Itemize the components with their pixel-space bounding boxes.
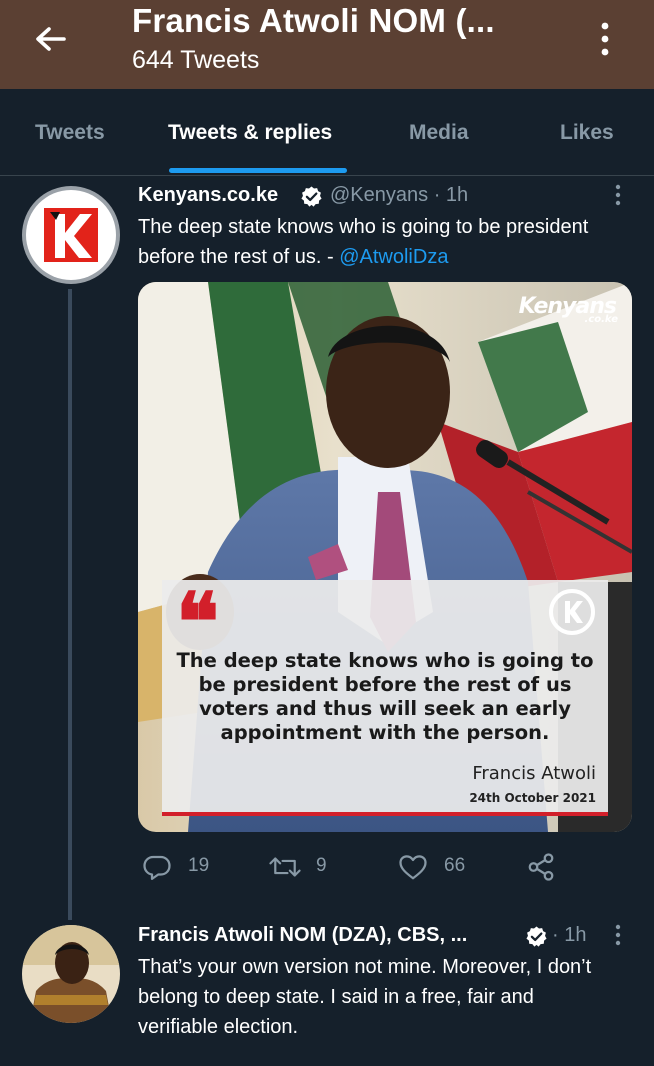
retweet-icon [269,857,301,877]
share-icon [528,853,554,881]
more-vertical-icon [615,924,621,946]
more-options-button[interactable] [590,18,620,62]
like-icon [399,855,427,880]
active-tab-indicator [169,168,347,173]
thread-connector-line [68,289,72,920]
avatar-atwoli[interactable] [22,925,120,1023]
tweet-count: 644 Tweets [132,46,260,74]
kenyans-watermark-sub: .co.ke [584,314,618,325]
quote-text: The deep state knows who is going to be … [176,649,594,744]
tab-likes[interactable]: Likes [560,121,614,145]
tweet-more-button[interactable] [608,182,628,210]
tweet-more-button[interactable] [608,922,628,950]
share-button[interactable] [526,852,556,882]
back-button[interactable] [30,20,74,60]
more-vertical-icon [615,184,621,206]
profile-header: Francis Atwoli NOM (... 644 Tweets [0,0,654,89]
tweet-author-name[interactable]: Francis Atwoli NOM (DZA), CBS, ... [138,924,467,947]
kenyans-k-logo-icon [549,589,595,635]
tweet-media-image[interactable]: Kenyans .co.ke ❝ The deep state knows wh… [138,282,632,832]
atwoli-profile-photo [22,925,120,1023]
quote-date: 24th October 2021 [469,791,596,805]
tweet-time: · 1h [552,924,587,946]
tab-media[interactable]: Media [409,121,469,145]
quote-accent-bar [162,812,608,816]
verified-badge-icon [301,186,322,207]
like-count: 66 [444,855,466,876]
tweet-handle-time: @Kenyans · 1h [330,184,469,206]
reply-count: 19 [188,855,210,876]
tab-tweets[interactable]: Tweets [35,121,105,145]
tab-tweets-and-replies[interactable]: Tweets & replies [168,121,332,145]
back-arrow-icon [36,27,66,51]
tweet-text: That’s your own version not mine. Moreov… [138,956,592,1038]
tweet-author-name[interactable]: Kenyans.co.ke [138,184,278,207]
tweet-actions: 19 9 66 [142,852,562,882]
verified-badge-icon [526,926,547,947]
reply-icon [143,855,171,880]
avatar-kenyans[interactable] [22,186,120,284]
tweet-body: The deep state knows who is going to be … [138,212,608,272]
retweet-count: 9 [316,855,327,876]
quote-author: Francis Atwoli [472,763,596,784]
more-vertical-icon [601,22,609,56]
profile-name-title: Francis Atwoli NOM (... [132,2,495,39]
profile-tabs: Tweets Tweets & replies Media Likes [0,89,654,176]
mention-link[interactable]: @AtwoliDza [339,246,448,268]
kenyans-logo-avatar [22,186,120,284]
